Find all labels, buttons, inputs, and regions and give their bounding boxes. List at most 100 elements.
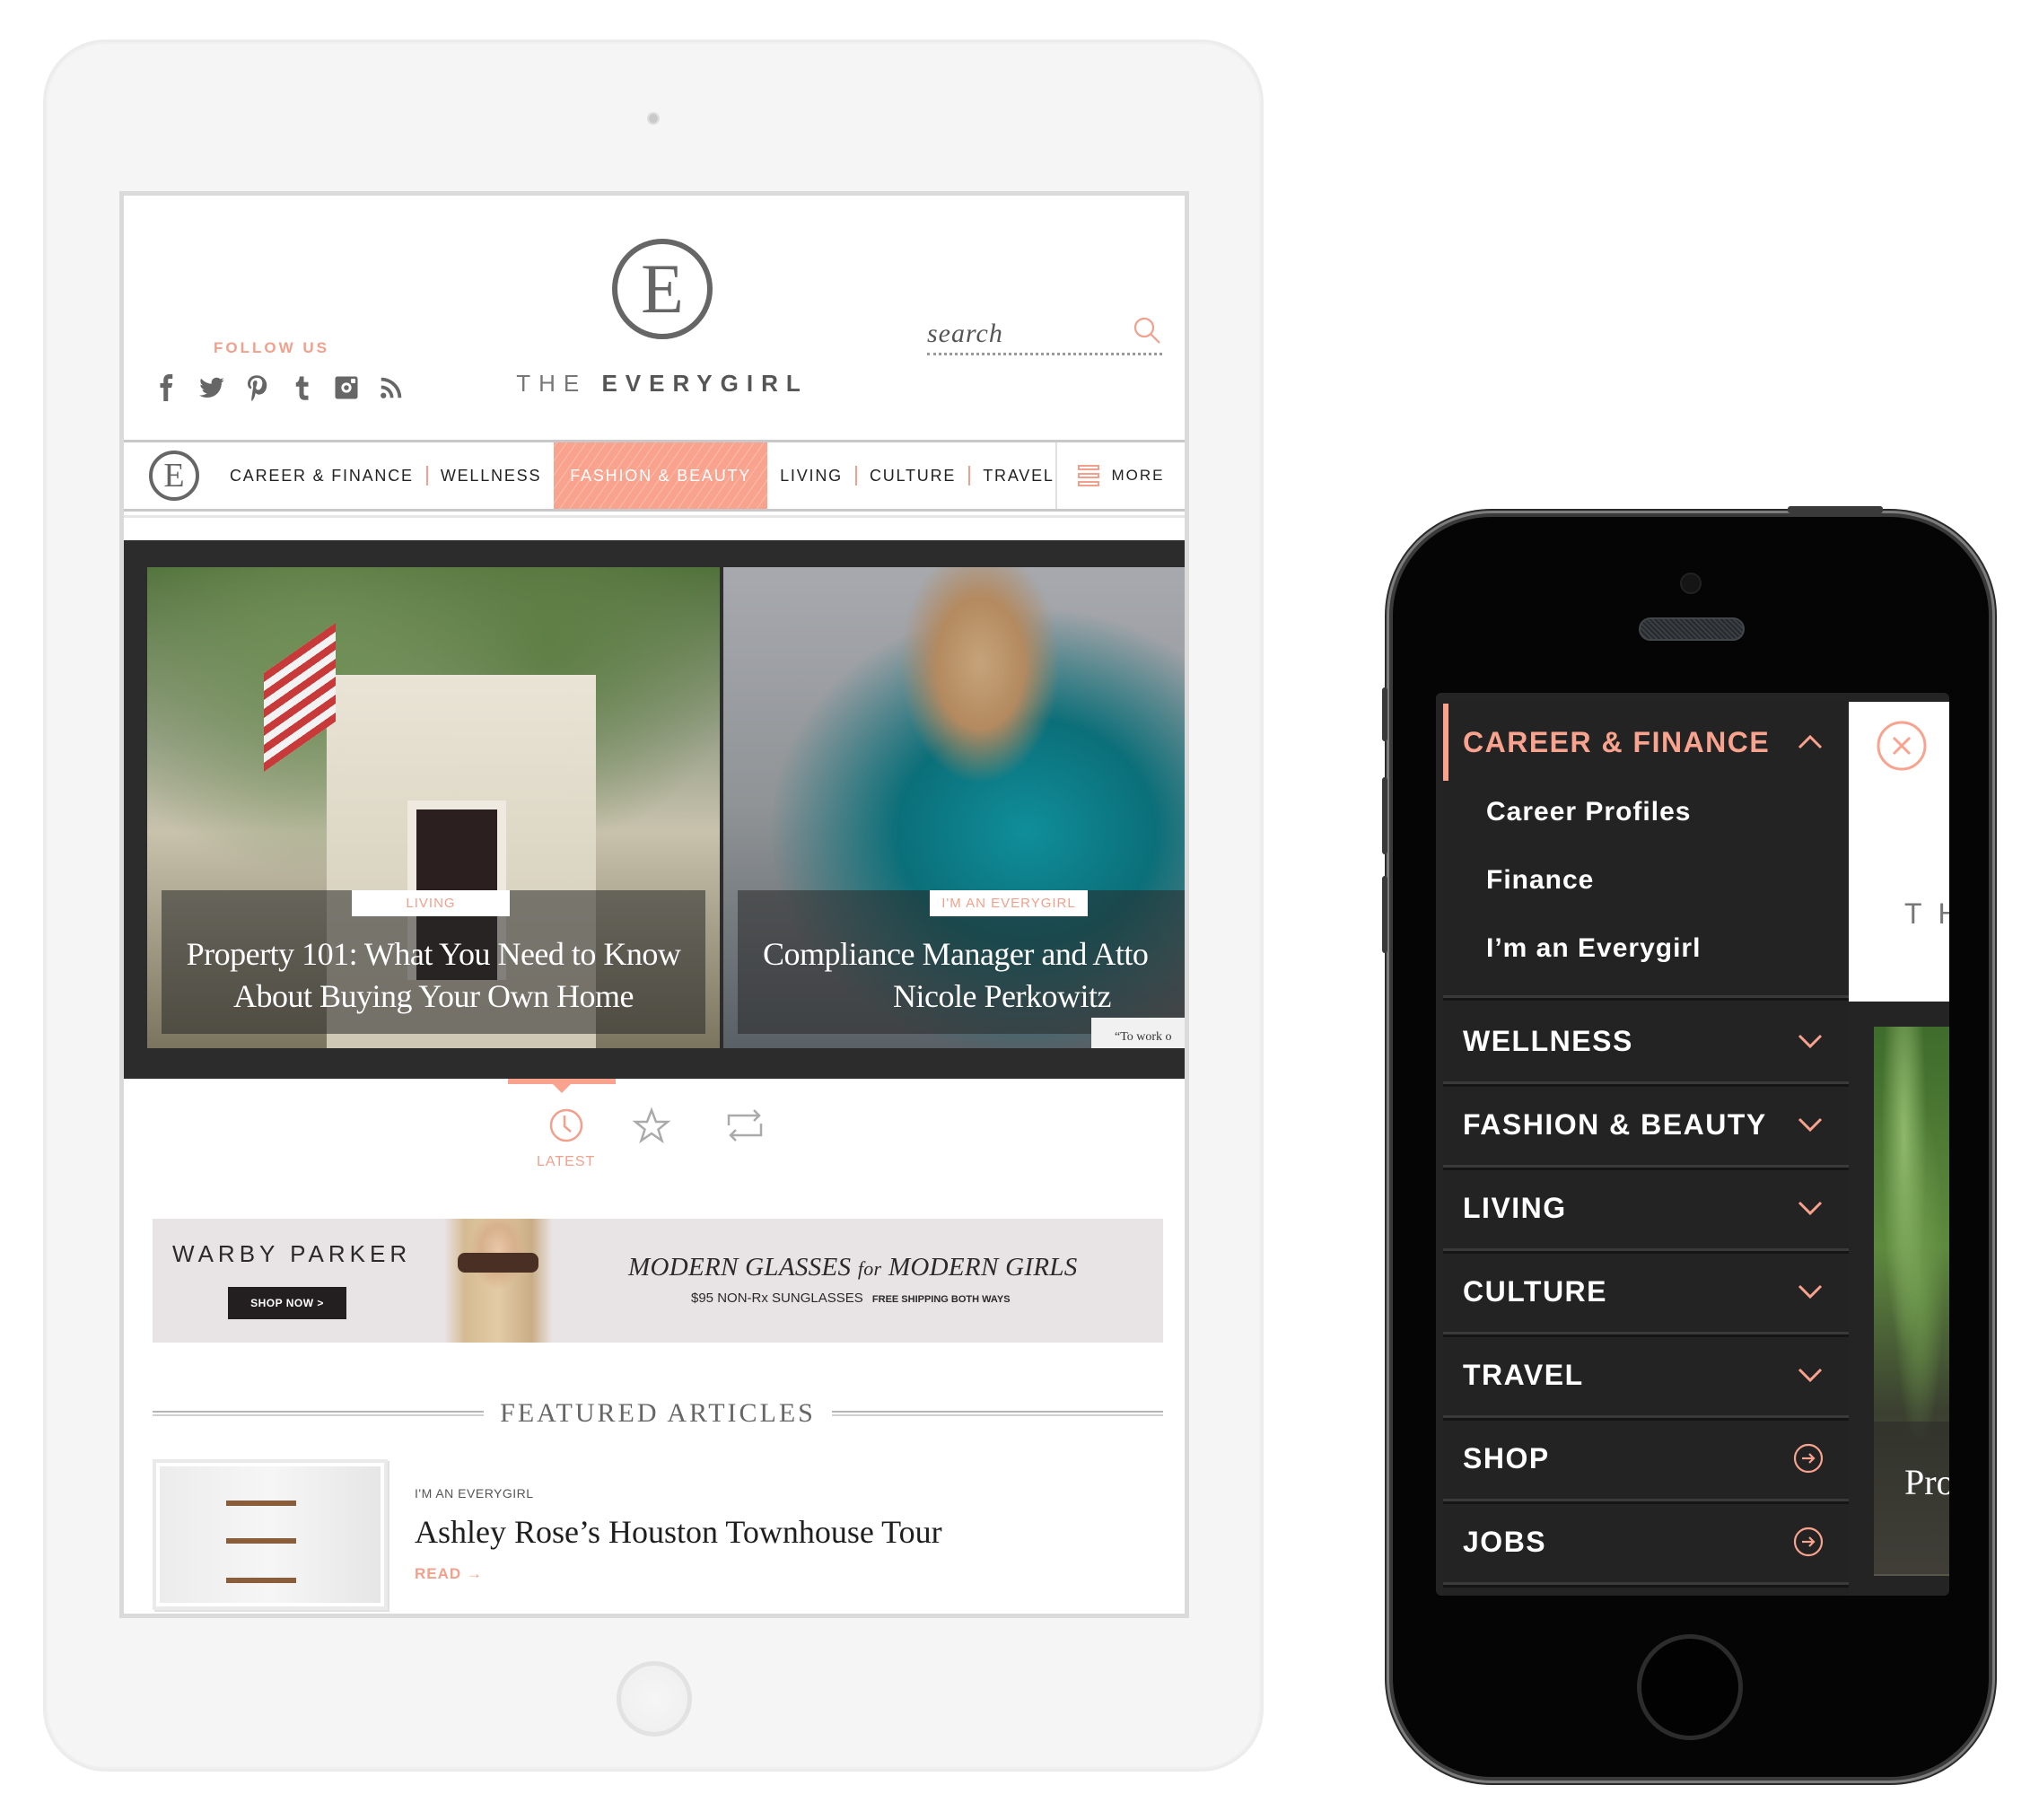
follow-us-label: FOLLOW US: [214, 339, 329, 356]
chevron-down-icon[interactable]: [1797, 1198, 1824, 1218]
menu-item-jobs[interactable]: JOBS: [1443, 1501, 1849, 1585]
ad-subline-small: FREE SHIPPING BOTH WAYS: [871, 1294, 1011, 1305]
site-logo[interactable]: E THE EVERYGIRL: [492, 239, 833, 398]
shelf-shape: [226, 1538, 296, 1544]
logo-text-the: THE: [516, 370, 588, 397]
pinterest-icon[interactable]: [241, 372, 273, 404]
nav-item-culture[interactable]: CULTURE: [857, 467, 968, 486]
ad-headline: MODERN GLASSES for MODERN GIRLS: [628, 1253, 1078, 1282]
phone-device: CAREER & FINANCE Career Profiles Finance…: [1382, 506, 1989, 1777]
shelf-shape: [226, 1578, 296, 1583]
tab-popular[interactable]: [632, 1106, 671, 1145]
chevron-down-icon[interactable]: [1797, 1031, 1824, 1051]
phone-volume-down: [1382, 876, 1387, 953]
slide-category-tag[interactable]: I'M AN EVERYGIRL: [930, 890, 1088, 916]
tab-latest[interactable]: LATEST: [537, 1106, 595, 1170]
slide-category-tag[interactable]: LIVING: [352, 890, 510, 916]
nav-item-travel[interactable]: TRAVEL: [970, 467, 1067, 486]
chevron-down-icon[interactable]: [1797, 1115, 1824, 1134]
ad-shop-now-button[interactable]: SHOP NOW >: [228, 1287, 346, 1319]
phone-speaker: [1639, 617, 1745, 641]
article-title[interactable]: Ashley Rose’s Houston Townhouse Tour: [415, 1513, 942, 1551]
submenu-item-career-profiles[interactable]: Career Profiles: [1486, 797, 1691, 827]
nav-item-wellness[interactable]: WELLNESS: [428, 467, 554, 486]
menu-item-career-finance[interactable]: CAREER & FINANCE: [1443, 702, 1849, 783]
content-tabs: LATEST: [124, 1079, 1185, 1177]
facebook-icon[interactable]: [151, 372, 183, 404]
article-category[interactable]: I'M AN EVERYGIRL: [415, 1486, 534, 1501]
search-input[interactable]: [927, 319, 1107, 353]
ad-banner[interactable]: WARBY PARKER SHOP NOW > MODERN GLASSES f…: [153, 1219, 1163, 1343]
ad-headline-part: MODERN GIRLS: [888, 1253, 1078, 1282]
menu-item-wellness[interactable]: WELLNESS: [1443, 1001, 1849, 1084]
main-nav: E CAREER & FINANCE WELLNESS FASHION & BE…: [124, 440, 1185, 518]
chevron-up-icon[interactable]: [1797, 732, 1824, 752]
read-link[interactable]: READ →: [415, 1565, 483, 1583]
menu-item-culture[interactable]: CULTURE: [1443, 1251, 1849, 1334]
ad-headline-part: for: [857, 1257, 882, 1280]
thumbnail-image: [160, 1466, 381, 1603]
phone-home-button: [1637, 1634, 1743, 1740]
tab-shared[interactable]: [725, 1106, 765, 1145]
nav-item-fashion-beauty[interactable]: FASHION & BEAUTY: [554, 442, 768, 509]
page-peek-hero-image: Pro: [1874, 1027, 1949, 1576]
tablet-device: FOLLOW US E THE EVERYGIRL search E CAREE…: [43, 39, 1264, 1772]
menu-item-travel[interactable]: TRAVEL: [1443, 1334, 1849, 1418]
search-box: [927, 314, 1162, 355]
nav-logo[interactable]: E: [149, 451, 199, 501]
slide-title-line: Property 101: What You Need to Know: [186, 936, 681, 972]
ad-model-image: [431, 1219, 565, 1343]
twitter-icon[interactable]: [196, 372, 228, 404]
chevron-down-icon[interactable]: [1797, 1282, 1824, 1301]
slide-title[interactable]: Compliance Manager and Atto Nicole Perko…: [723, 933, 1185, 1018]
star-icon: [632, 1107, 671, 1144]
tab-label: LATEST: [537, 1154, 596, 1169]
more-menu-button[interactable]: MORE: [1055, 442, 1185, 509]
social-links: [151, 372, 407, 404]
featured-article[interactable]: I'M AN EVERYGIRL Ashley Rose’s Houston T…: [153, 1459, 1163, 1612]
menu-item-label: TRAVEL: [1463, 1358, 1584, 1391]
arrow-circle-icon[interactable]: [1793, 1527, 1824, 1557]
menu-item-shop[interactable]: SHOP: [1443, 1418, 1849, 1501]
menu-item-fashion-beauty[interactable]: FASHION & BEAUTY: [1443, 1084, 1849, 1168]
hero-slide[interactable]: LIVING Property 101: What You Need to Kn…: [147, 567, 720, 1048]
site-header: FOLLOW US E THE EVERYGIRL search: [124, 196, 1185, 438]
search-icon[interactable]: [1132, 315, 1162, 346]
tablet-home-button: [617, 1661, 692, 1737]
menu-item-label: WELLNESS: [1463, 1024, 1633, 1057]
shelf-shape: [226, 1501, 296, 1506]
ad-headline-part: MODERN GLASSES: [628, 1253, 852, 1282]
arrow-circle-icon[interactable]: [1793, 1443, 1824, 1474]
quote-snippet: “To work o: [1091, 1018, 1185, 1048]
slide-title[interactable]: Property 101: What You Need to Know Abou…: [147, 933, 720, 1018]
tablet-screen: FOLLOW US E THE EVERYGIRL search E CAREE…: [119, 191, 1189, 1618]
heading-rule: [831, 1411, 1163, 1416]
instagram-icon[interactable]: [330, 372, 363, 404]
logo-text-everygirl: EVERYGIRL: [601, 370, 809, 397]
tablet-camera: [647, 112, 660, 125]
submenu-item-im-an-everygirl[interactable]: I’m an Everygirl: [1486, 933, 1701, 964]
slide-title-line: Nicole Perkowitz: [893, 978, 1111, 1014]
close-icon[interactable]: [1876, 720, 1928, 772]
ad-brand: WARBY PARKER: [172, 1240, 412, 1267]
article-thumbnail[interactable]: [153, 1459, 388, 1610]
peek-title-text: Pro: [1904, 1462, 1949, 1502]
tumblr-icon[interactable]: [285, 372, 318, 404]
clock-icon: [549, 1108, 582, 1142]
menu-icon: [1077, 465, 1099, 486]
phone-volume-up: [1382, 777, 1387, 854]
logo-emblem: E: [612, 239, 713, 339]
rss-icon[interactable]: [375, 372, 407, 404]
more-label: MORE: [1111, 467, 1165, 484]
menu-item-label: CAREER & FINANCE: [1463, 725, 1771, 758]
active-tab-indicator: [508, 1079, 616, 1093]
menu-item-label: LIVING: [1463, 1191, 1567, 1224]
chevron-down-icon[interactable]: [1797, 1365, 1824, 1385]
nav-item-living[interactable]: LIVING: [767, 467, 855, 486]
phone-screen: CAREER & FINANCE Career Profiles Finance…: [1436, 693, 1949, 1596]
nav-item-career-finance[interactable]: CAREER & FINANCE: [217, 467, 426, 486]
menu-item-living[interactable]: LIVING: [1443, 1168, 1849, 1251]
phone-power-button: [1788, 506, 1883, 513]
submenu-item-finance[interactable]: Finance: [1486, 865, 1594, 896]
hero-slide[interactable]: I'M AN EVERYGIRL Compliance Manager and …: [723, 567, 1185, 1048]
